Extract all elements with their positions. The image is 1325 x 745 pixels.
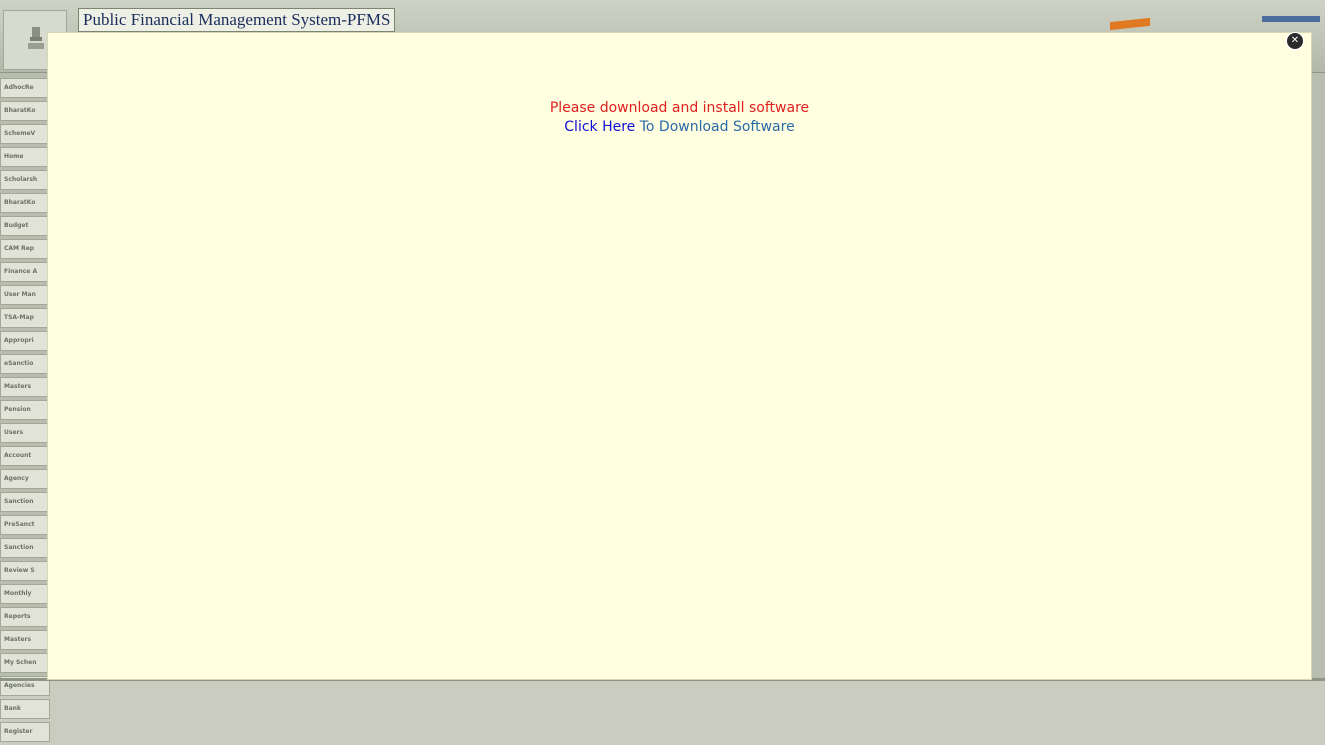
- sidebar-menu: AdhocRe BharatKo SchemeV Home Scholarsh Bhara…: [0, 78, 50, 745]
- sidebar-item[interactable]: SchemeV: [0, 124, 50, 144]
- sidebar-item[interactable]: Monthly: [0, 584, 50, 604]
- sidebar-item[interactable]: Reports: [0, 607, 50, 627]
- sidebar-item[interactable]: BharatKo: [0, 101, 50, 121]
- sidebar-item[interactable]: My Schen: [0, 653, 50, 673]
- site-title: Public Financial Management System-PFMS: [78, 8, 396, 32]
- download-software-modal: Please download and install software Cli…: [47, 32, 1312, 680]
- user-bar: [1262, 16, 1320, 22]
- sidebar-item[interactable]: Pension: [0, 400, 50, 420]
- sidebar-item[interactable]: Masters: [0, 377, 50, 397]
- install-message: Please download and install software: [549, 100, 810, 116]
- sidebar-item[interactable]: CAM Rep: [0, 239, 50, 259]
- sidebar-item[interactable]: PreSanct: [0, 515, 50, 535]
- sidebar-item[interactable]: AdhocRe: [0, 78, 50, 98]
- sidebar-item[interactable]: Home: [0, 147, 50, 167]
- sidebar-item[interactable]: Appropri: [0, 331, 50, 351]
- sidebar-item[interactable]: Account: [0, 446, 50, 466]
- sidebar-item[interactable]: BharatKo: [0, 193, 50, 213]
- download-line: Click Here To Download Software: [48, 118, 1311, 137]
- message-block: Please download and install software Cli…: [48, 99, 1311, 137]
- emblem-icon: [28, 27, 44, 49]
- sidebar-item[interactable]: Agency: [0, 469, 50, 489]
- download-suffix: To Download Software: [635, 119, 795, 135]
- sidebar-item[interactable]: Bank: [0, 699, 50, 719]
- sidebar-item[interactable]: User Man: [0, 285, 50, 305]
- sidebar-item[interactable]: Sanction: [0, 492, 50, 512]
- sidebar-item[interactable]: Register: [0, 722, 50, 742]
- sidebar-item[interactable]: Users: [0, 423, 50, 443]
- sidebar-item[interactable]: Masters: [0, 630, 50, 650]
- sidebar-item[interactable]: TSA-Map: [0, 308, 50, 328]
- flag-icon: [1110, 17, 1150, 31]
- sidebar-item[interactable]: Finance A: [0, 262, 50, 282]
- close-icon[interactable]: ✕: [1287, 33, 1303, 49]
- click-here-link[interactable]: Click Here: [564, 119, 635, 135]
- sidebar-item[interactable]: Scholarsh: [0, 170, 50, 190]
- sidebar-item[interactable]: Review S: [0, 561, 50, 581]
- sidebar-item[interactable]: Budget: [0, 216, 50, 236]
- sidebar-item[interactable]: Sanction: [0, 538, 50, 558]
- sidebar-item[interactable]: eSanctio: [0, 354, 50, 374]
